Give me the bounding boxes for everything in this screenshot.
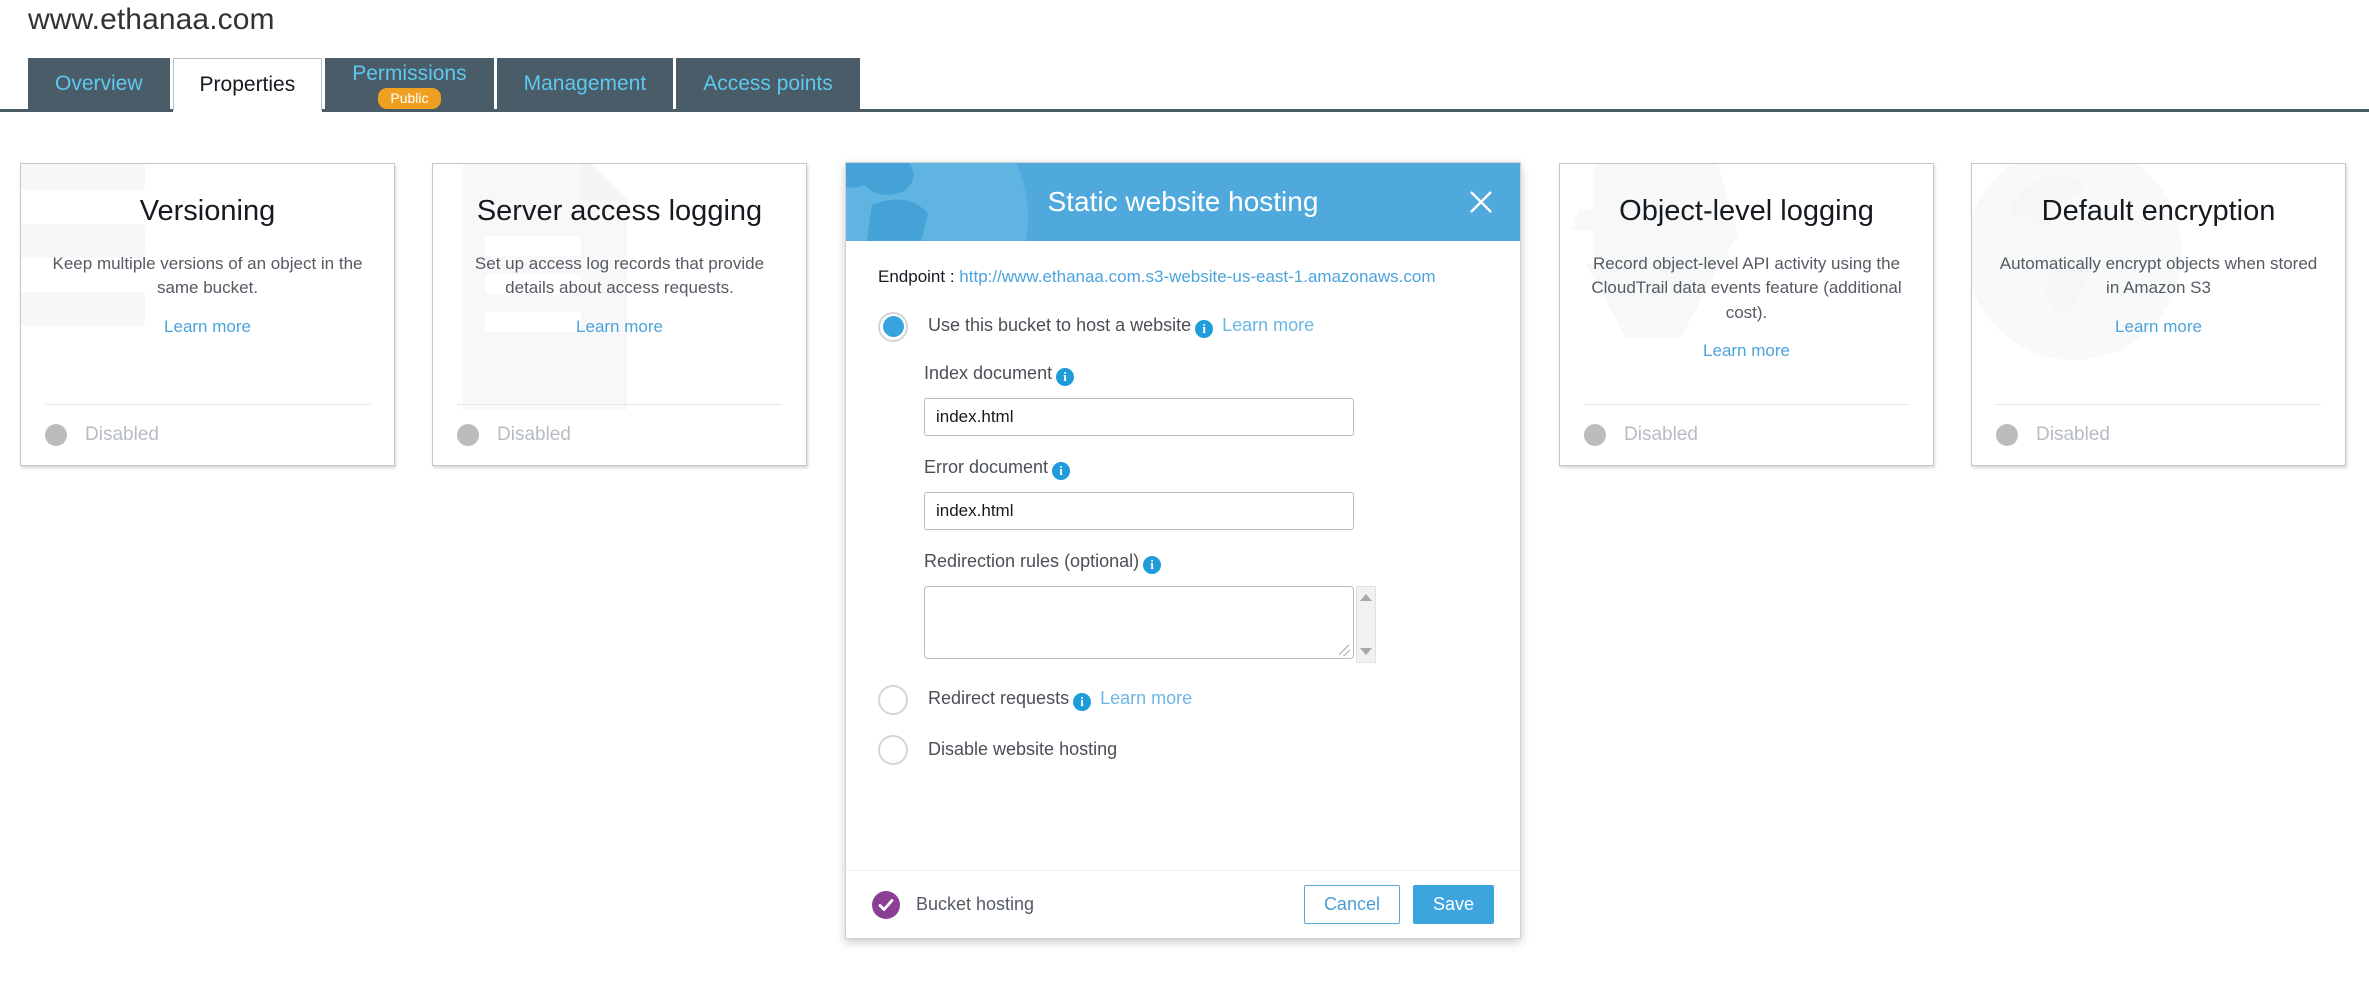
card-default-encryption[interactable]: Default encryption Automatically encrypt… — [1971, 163, 2346, 466]
save-button[interactable]: Save — [1412, 885, 1494, 924]
index-document-field-block: Index documenti Error documenti Redirect… — [924, 363, 1488, 663]
status-label: Disabled — [2036, 424, 2110, 445]
learn-more-link[interactable]: Learn more — [164, 317, 251, 337]
scroll-down-arrow-icon[interactable] — [1360, 647, 1372, 655]
card-status-row: Disabled — [45, 404, 370, 465]
check-icon — [878, 898, 894, 911]
tab-bar: Overview Properties Permissions Public M… — [0, 58, 2369, 112]
card-versioning[interactable]: Versioning Keep multiple versions of an … — [20, 163, 395, 466]
card-title: Object-level logging — [1619, 195, 1874, 227]
option-redirect-requests-row[interactable]: Redirect requests i Learn more — [878, 684, 1488, 715]
card-status-row: Disabled — [1996, 404, 2321, 465]
info-icon[interactable]: i — [1073, 693, 1092, 712]
index-document-input[interactable] — [924, 397, 1354, 436]
option-label: Redirect requests i Learn more — [928, 688, 1193, 712]
close-icon[interactable] — [1466, 187, 1496, 217]
status-label: Disabled — [1624, 424, 1698, 445]
status-label: Disabled — [497, 424, 571, 445]
option-use-bucket-row[interactable]: Use this bucket to host a website i Learn … — [878, 311, 1488, 342]
card-status-row: Disabled — [457, 404, 782, 465]
learn-more-link[interactable]: Learn more — [1703, 341, 1790, 361]
dialog-footer: Bucket hosting Cancel Save — [846, 870, 1520, 938]
page-title: www.ethanaa.com — [28, 3, 275, 36]
check-circle-icon — [872, 890, 900, 919]
dialog-body: Endpoint : http://www.ethanaa.com.s3-web… — [846, 241, 1520, 765]
option-label: Use this bucket to host a website i Learn … — [928, 315, 1315, 339]
card-description: Set up access log records that provide d… — [474, 254, 765, 298]
bucket-hosting-status-label: Bucket hosting — [916, 894, 1035, 914]
endpoint-label: Endpoint : — [878, 267, 955, 286]
card-description: Record object-level API activity using t… — [1591, 254, 1902, 322]
card-title: Versioning — [139, 195, 276, 227]
index-document-label: Index document i — [924, 363, 1488, 386]
globe-icon — [846, 163, 1028, 241]
status-label: Disabled — [85, 424, 159, 445]
card-description: Automatically encrypt objects when store… — [1999, 254, 2318, 298]
radio-use-bucket[interactable] — [878, 311, 908, 342]
redirection-rules-field — [924, 585, 1376, 663]
tab-label: Access points — [703, 72, 833, 95]
redirection-rules-label: Redirection rules (optional) i — [924, 551, 1488, 574]
tab-label: Permissions — [352, 61, 467, 85]
card-server-access-logging[interactable]: Server access logging Set up access log … — [432, 163, 807, 466]
status-dot-icon — [1996, 424, 2018, 446]
tab-label: Overview — [55, 72, 143, 95]
card-title: Server access logging — [476, 195, 763, 227]
card-status-row: Disabled — [1584, 404, 1909, 465]
static-website-hosting-dialog: Static website hosting Endpoint : http:/… — [845, 162, 1521, 939]
learn-more-link[interactable]: Learn more — [1100, 688, 1192, 708]
status-badge-public: Public — [378, 87, 441, 109]
card-title: Default encryption — [2041, 195, 2276, 227]
option-label: Disable website hosting — [928, 739, 1118, 760]
tab-access-points[interactable]: Access points — [676, 58, 860, 109]
option-disable-hosting-row[interactable]: Disable website hosting — [878, 734, 1488, 765]
error-document-label: Error document i — [924, 457, 1488, 480]
dialog-header: Static website hosting — [846, 163, 1520, 241]
tab-permissions[interactable]: Permissions Public — [325, 58, 494, 109]
learn-more-link[interactable]: Learn more — [576, 317, 663, 337]
cancel-button[interactable]: Cancel — [1303, 885, 1400, 924]
textarea-scrollbar[interactable] — [1356, 585, 1376, 663]
learn-more-link[interactable]: Learn more — [2115, 317, 2202, 337]
info-icon[interactable]: i — [1143, 555, 1162, 574]
tab-management[interactable]: Management — [496, 58, 674, 109]
tab-properties[interactable]: Properties — [172, 58, 323, 112]
redirection-rules-textarea[interactable] — [924, 585, 1354, 659]
card-description: Keep multiple versions of an object in t… — [52, 254, 363, 298]
info-icon[interactable]: i — [1195, 320, 1214, 339]
status-dot-icon — [457, 424, 479, 446]
dialog-title: Static website hosting — [1047, 186, 1319, 217]
endpoint-url-link[interactable]: http://www.ethanaa.com.s3-website-us-eas… — [959, 267, 1435, 286]
tab-overview[interactable]: Overview — [28, 58, 170, 109]
radio-disable-website-hosting[interactable] — [878, 734, 908, 765]
radio-redirect-requests[interactable] — [878, 684, 908, 715]
resize-handle-icon[interactable] — [1339, 644, 1350, 656]
status-dot-icon — [45, 424, 67, 446]
info-icon[interactable]: i — [1056, 367, 1075, 386]
endpoint-row: Endpoint : http://www.ethanaa.com.s3-web… — [878, 265, 1488, 290]
tab-label: Management — [523, 72, 647, 95]
error-document-input[interactable] — [924, 491, 1354, 530]
tab-label: Properties — [199, 72, 296, 96]
learn-more-link[interactable]: Learn more — [1222, 315, 1314, 335]
card-object-level-logging[interactable]: Object-level logging Record object-level… — [1559, 163, 1934, 466]
status-dot-icon — [1584, 424, 1606, 446]
scroll-up-arrow-icon[interactable] — [1360, 593, 1372, 601]
info-icon[interactable]: i — [1052, 461, 1071, 480]
